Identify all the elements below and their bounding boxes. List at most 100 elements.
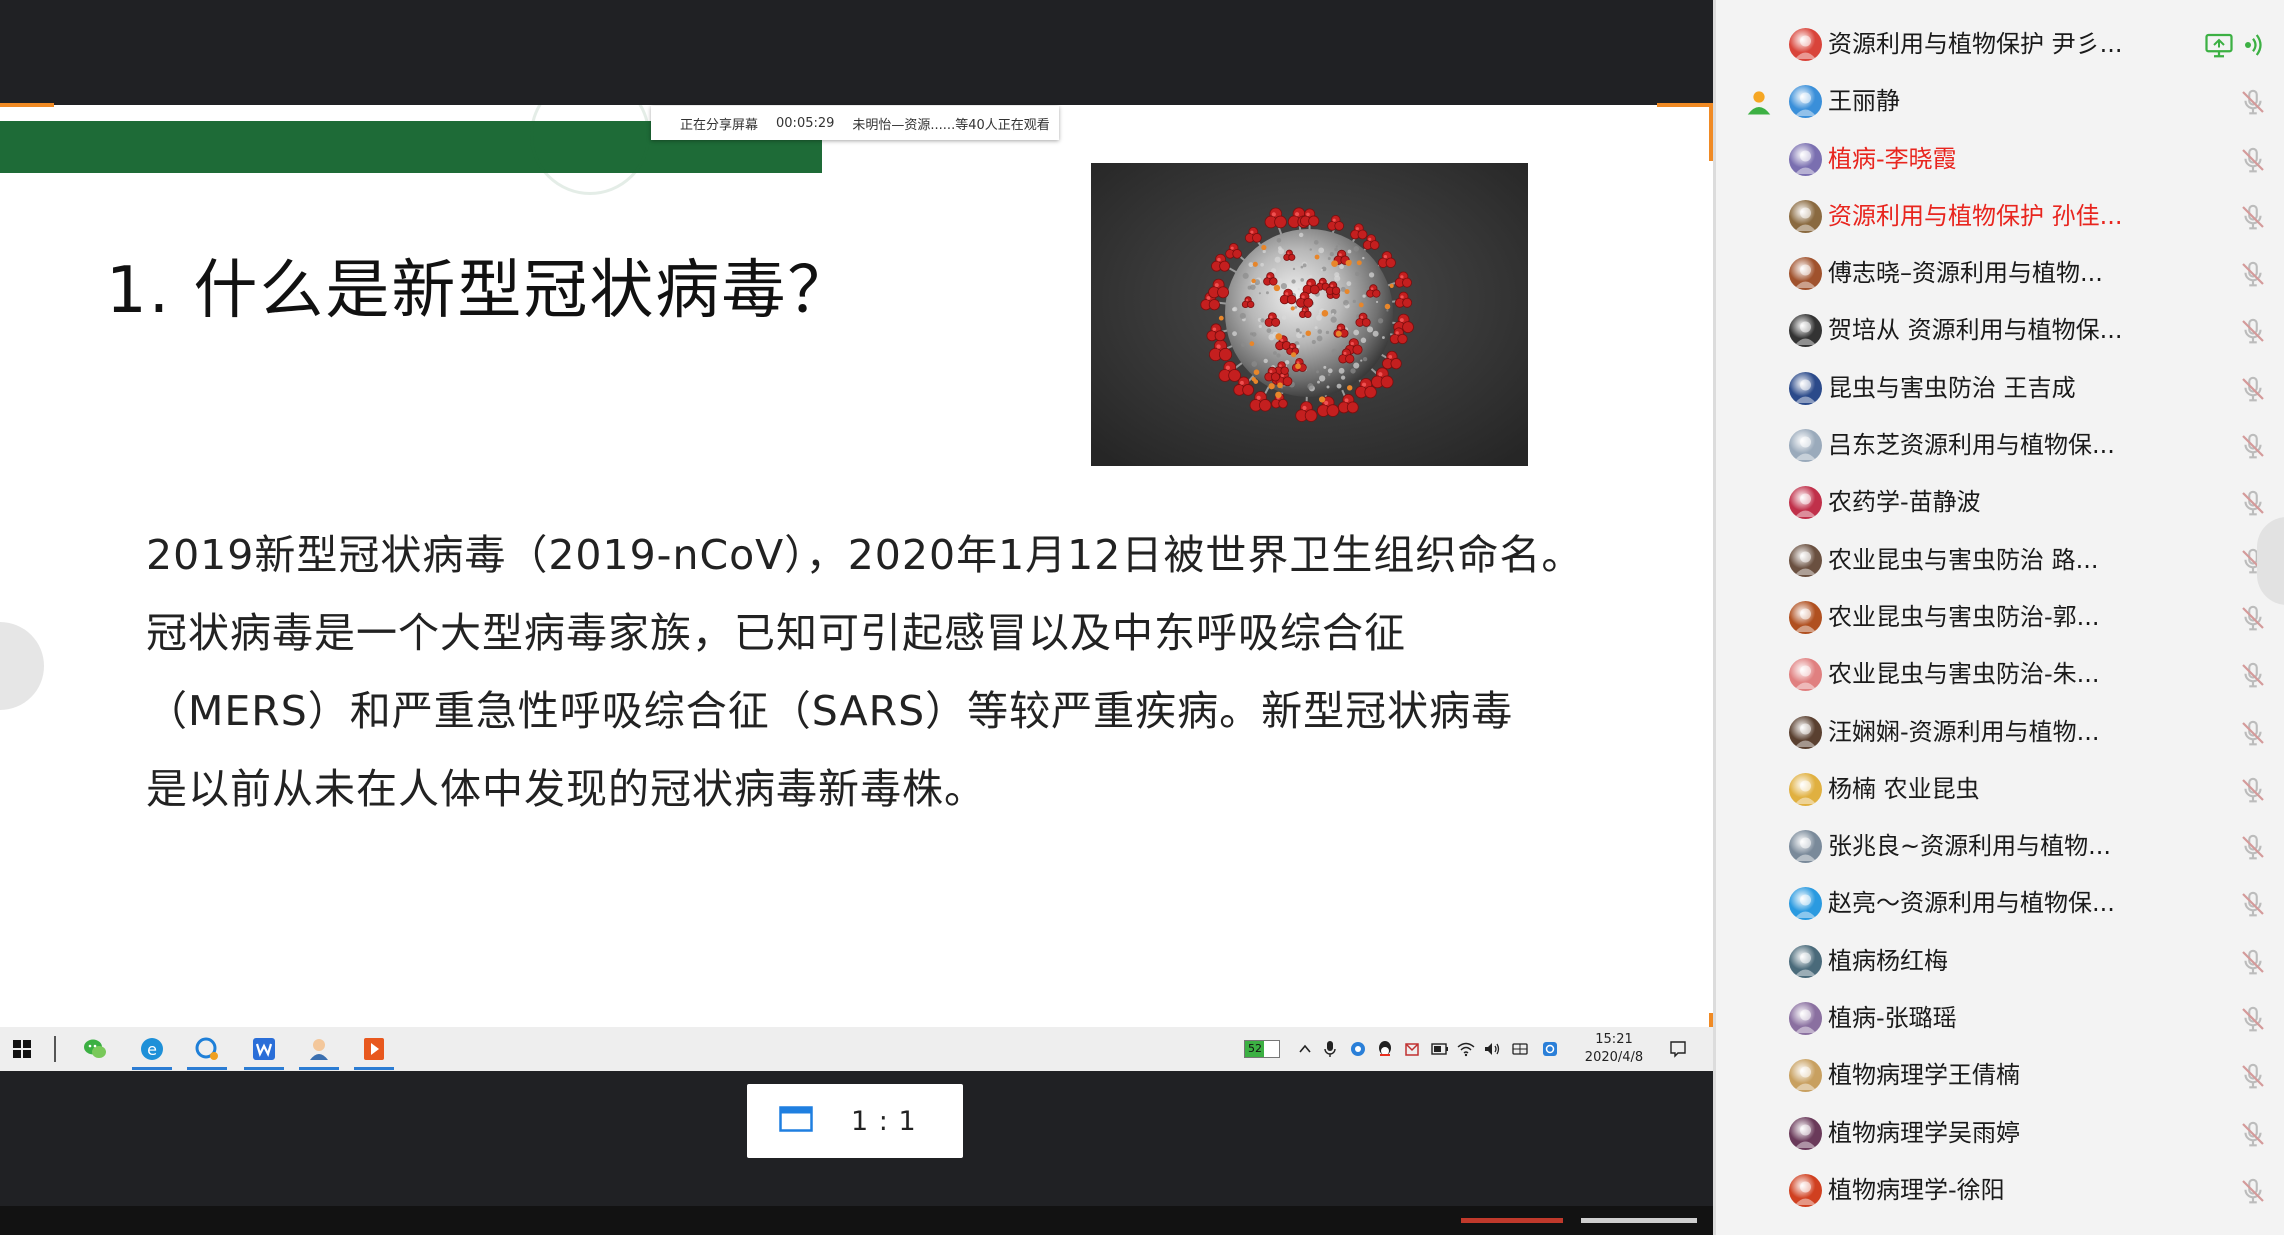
mic-muted-icon[interactable] <box>2238 259 2268 289</box>
windows-start-icon[interactable] <box>8 1035 36 1063</box>
mic-muted-icon[interactable] <box>2238 87 2268 117</box>
notification-icon[interactable] <box>1668 1039 1688 1059</box>
mic-muted-icon[interactable] <box>2238 832 2268 862</box>
avatar[interactable] <box>1789 1059 1822 1093</box>
participant-name: 汪娴娴-资源利用与植物... <box>1828 717 2100 746</box>
participant-row[interactable]: 资源利用与植物保护 孙佳... <box>1716 188 2284 245</box>
avatar[interactable] <box>1789 658 1822 692</box>
avatar[interactable] <box>1789 429 1822 463</box>
mic-muted-icon[interactable] <box>2238 488 2268 518</box>
participant-name: 吕东芝资源利用与植物保... <box>1828 431 2115 460</box>
participant-row[interactable]: 植病-张璐瑶 <box>1716 990 2284 1047</box>
screen-share-icon[interactable] <box>2204 30 2234 60</box>
participant-row[interactable]: 植物病理学吴雨婷 <box>1716 1105 2284 1162</box>
participant-row[interactable]: 资源利用与植物保护 尹彡... <box>1716 16 2284 73</box>
avatar[interactable] <box>1789 85 1822 119</box>
show-hidden-icons-chevron-icon[interactable] <box>1295 1039 1315 1059</box>
avatar[interactable] <box>1789 715 1822 749</box>
avatar[interactable] <box>1789 944 1822 978</box>
wifi-icon[interactable] <box>1456 1039 1476 1059</box>
participant-row[interactable]: 农业昆虫与害虫防治 路... <box>1716 532 2284 589</box>
participant-row[interactable]: 植病杨红梅 <box>1716 933 2284 990</box>
avatar[interactable] <box>1789 142 1822 176</box>
mic-muted-icon[interactable] <box>2238 947 2268 977</box>
share-viewers[interactable]: 未明怡—资源......等40人正在观看 <box>852 114 1049 133</box>
mic-muted-icon[interactable] <box>2238 660 2268 690</box>
participant-row[interactable]: 昆虫与害虫防治 王吉成 <box>1716 360 2284 417</box>
avatar[interactable] <box>1789 772 1822 806</box>
battery-tray-icon[interactable] <box>1430 1039 1450 1059</box>
participant-row[interactable]: 吕东芝资源利用与植物保... <box>1716 417 2284 474</box>
zoom-original-size-button[interactable]: 1 : 1 <box>747 1084 963 1158</box>
participant-row[interactable]: 植病-李晓霞 <box>1716 131 2284 188</box>
avatar[interactable] <box>1789 1173 1822 1207</box>
mic-muted-icon[interactable] <box>2238 718 2268 748</box>
surface-speck <box>1366 326 1374 333</box>
wechat-icon[interactable] <box>81 1035 109 1063</box>
avatar[interactable] <box>1789 543 1822 577</box>
participant-row[interactable]: 农业昆虫与害虫防治-郭... <box>1716 589 2284 646</box>
microphone-tray-icon[interactable] <box>1320 1039 1340 1059</box>
spike-highlight <box>1206 296 1211 300</box>
mic-muted-icon[interactable] <box>2238 775 2268 805</box>
participant-row[interactable]: 王丽静 <box>1716 73 2284 130</box>
avatar[interactable] <box>1789 314 1822 348</box>
mic-active-icon[interactable] <box>2238 30 2268 60</box>
shield-tray-icon[interactable] <box>1402 1039 1422 1059</box>
mic-muted-icon[interactable] <box>2238 1119 2268 1149</box>
participant-row[interactable]: 植物病理学王倩楠 <box>1716 1047 2284 1104</box>
app-tray-icon[interactable] <box>1540 1039 1560 1059</box>
participant-name: 资源利用与植物保护 尹彡... <box>1828 30 2123 58</box>
mic-muted-icon[interactable] <box>2238 1176 2268 1206</box>
avatar[interactable] <box>1789 600 1822 634</box>
mic-muted-icon[interactable] <box>2238 603 2268 633</box>
participant-row[interactable]: 傅志晓–资源利用与植物... <box>1716 245 2284 302</box>
taskbar-clock[interactable]: 15:21 2020/4/8 <box>1582 1031 1646 1067</box>
avatar[interactable] <box>1789 830 1822 864</box>
screen-share-toolbar[interactable]: 正在分享屏幕 00:05:29 未明怡—资源......等40人正在观看 <box>651 106 1059 140</box>
avatar[interactable] <box>1789 486 1822 520</box>
avatar[interactable] <box>1789 371 1822 405</box>
participant-row[interactable]: 张兆良~资源利用与植物... <box>1716 818 2284 875</box>
mic-muted-icon[interactable] <box>2238 145 2268 175</box>
participant-row[interactable]: 赵亮～资源利用与植物保... <box>1716 875 2284 932</box>
mic-muted-icon[interactable] <box>2238 1061 2268 1091</box>
spike-lobe <box>1331 286 1341 295</box>
spike-highlight <box>1378 372 1383 377</box>
chat-app-icon[interactable] <box>193 1035 221 1063</box>
surface-speck <box>1327 368 1333 374</box>
participant-row[interactable]: 农业昆虫与害虫防治-朱... <box>1716 646 2284 703</box>
avatar[interactable] <box>1789 28 1822 61</box>
avatar[interactable] <box>1789 199 1822 233</box>
avatar[interactable] <box>1789 1002 1822 1036</box>
previous-page-button[interactable] <box>0 622 44 710</box>
avatar[interactable] <box>1789 1116 1822 1150</box>
participant-row[interactable]: 汪娴娴-资源利用与植物... <box>1716 704 2284 761</box>
participant-name: 植物病理学王倩楠 <box>1828 1061 2020 1090</box>
sync-tray-icon[interactable] <box>1348 1039 1368 1059</box>
wps-icon[interactable] <box>250 1035 278 1063</box>
mic-muted-icon[interactable] <box>2238 202 2268 232</box>
presentation-app-icon[interactable] <box>360 1035 388 1063</box>
mic-muted-icon[interactable] <box>2238 889 2268 919</box>
qq-tray-icon[interactable] <box>1375 1039 1395 1059</box>
avatar[interactable] <box>1789 257 1822 291</box>
spike-highlight <box>1285 292 1289 296</box>
battery-indicator[interactable]: 52 <box>1244 1040 1280 1058</box>
meeting-app-icon[interactable] <box>305 1035 333 1063</box>
mic-muted-icon[interactable] <box>2238 431 2268 461</box>
spike-highlight <box>1225 365 1230 370</box>
spike-highlight <box>1350 341 1354 346</box>
mic-muted-icon[interactable] <box>2238 374 2268 404</box>
mic-muted-icon[interactable] <box>2238 1004 2268 1034</box>
participant-row[interactable]: 贺培从 资源利用与植物保... <box>1716 302 2284 359</box>
participant-row[interactable]: 杨楠 农业昆虫 <box>1716 761 2284 818</box>
input-method-icon[interactable] <box>1510 1039 1530 1059</box>
participant-row[interactable]: 植物病理学-徐阳 <box>1716 1162 2284 1219</box>
speaker-icon[interactable] <box>1482 1039 1502 1059</box>
paragraph-line: 是以前从未在人体中发现的冠状病毒新毒株。 <box>146 765 986 813</box>
browser-icon[interactable]: e <box>138 1035 166 1063</box>
avatar[interactable] <box>1789 887 1822 921</box>
participant-row[interactable]: 农药学-苗静波 <box>1716 474 2284 531</box>
mic-muted-icon[interactable] <box>2238 316 2268 346</box>
